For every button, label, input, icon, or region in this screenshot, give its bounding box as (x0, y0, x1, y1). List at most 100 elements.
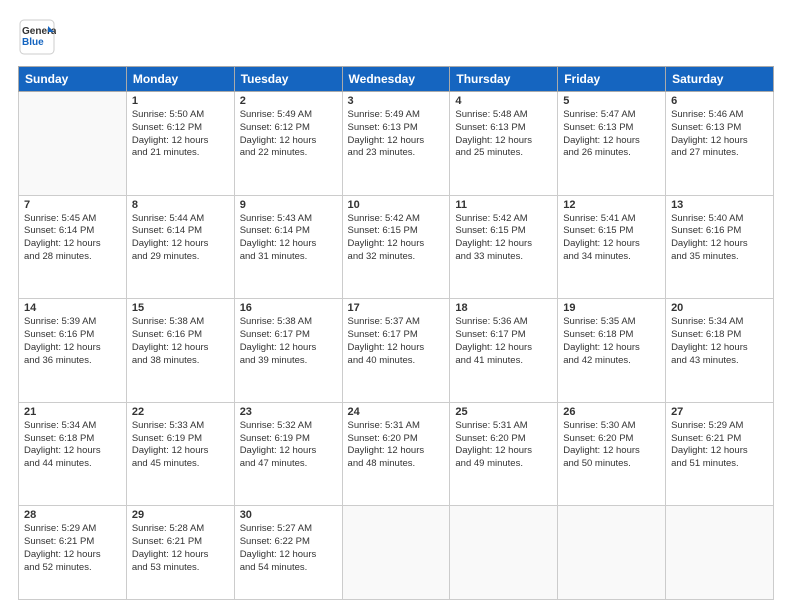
weekday-header-wednesday: Wednesday (342, 67, 450, 92)
day-info: Sunrise: 5:42 AMSunset: 6:15 PMDaylight:… (455, 213, 552, 264)
day-number: 30 (240, 509, 337, 521)
weekday-header-row: SundayMondayTuesdayWednesdayThursdayFrid… (19, 67, 774, 92)
day-number: 28 (24, 509, 121, 521)
calendar-cell: 16 Sunrise: 5:38 AMSunset: 6:17 PMDayligh… (234, 299, 342, 403)
calendar-cell: 5 Sunrise: 5:47 AMSunset: 6:13 PMDaylight… (558, 92, 666, 196)
calendar-cell: 15 Sunrise: 5:38 AMSunset: 6:16 PMDayligh… (126, 299, 234, 403)
weekday-header-friday: Friday (558, 67, 666, 92)
calendar-cell: 8 Sunrise: 5:44 AMSunset: 6:14 PMDaylight… (126, 195, 234, 299)
day-info: Sunrise: 5:49 AMSunset: 6:13 PMDaylight:… (348, 109, 445, 160)
day-number: 25 (455, 406, 552, 418)
day-info: Sunrise: 5:38 AMSunset: 6:17 PMDaylight:… (240, 316, 337, 367)
day-info: Sunrise: 5:48 AMSunset: 6:13 PMDaylight:… (455, 109, 552, 160)
day-info: Sunrise: 5:35 AMSunset: 6:18 PMDaylight:… (563, 316, 660, 367)
calendar-cell: 22Sunrise: 5:33 AMSunset: 6:19 PMDayligh… (126, 402, 234, 506)
day-info: Sunrise: 5:46 AMSunset: 6:13 PMDaylight:… (671, 109, 768, 160)
day-number: 29 (132, 509, 229, 521)
day-info: Sunrise: 5:41 AMSunset: 6:15 PMDaylight:… (563, 213, 660, 264)
day-info: Sunrise: 5:28 AMSunset: 6:21 PMDaylight:… (132, 523, 229, 574)
day-number: 6 (671, 95, 768, 107)
day-number: 12 (563, 199, 660, 211)
weekday-header-monday: Monday (126, 67, 234, 92)
day-info: Sunrise: 5:36 AMSunset: 6:17 PMDaylight:… (455, 316, 552, 367)
day-number: 14 (24, 302, 121, 314)
day-info: Sunrise: 5:45 AMSunset: 6:14 PMDaylight:… (24, 213, 121, 264)
day-info: Sunrise: 5:30 AMSunset: 6:20 PMDaylight:… (563, 420, 660, 471)
day-info: Sunrise: 5:29 AMSunset: 6:21 PMDaylight:… (671, 420, 768, 471)
calendar-cell: 12 Sunrise: 5:41 AMSunset: 6:15 PMDayligh… (558, 195, 666, 299)
day-info: Sunrise: 5:29 AMSunset: 6:21 PMDaylight:… (24, 523, 121, 574)
day-number: 9 (240, 199, 337, 211)
calendar-table: SundayMondayTuesdayWednesdayThursdayFrid… (18, 66, 774, 600)
day-number: 5 (563, 95, 660, 107)
calendar-cell: 20Sunrise: 5:34 AMSunset: 6:18 PMDayligh… (666, 299, 774, 403)
calendar-cell: 13 Sunrise: 5:40 AMSunset: 6:16 PMDayligh… (666, 195, 774, 299)
day-info: Sunrise: 5:44 AMSunset: 6:14 PMDaylight:… (132, 213, 229, 264)
calendar-cell: 18 Sunrise: 5:36 AMSunset: 6:17 PMDayligh… (450, 299, 558, 403)
calendar-cell: 17Sunrise: 5:37 AMSunset: 6:17 PMDayligh… (342, 299, 450, 403)
day-number: 8 (132, 199, 229, 211)
day-info: Sunrise: 5:38 AMSunset: 6:16 PMDaylight:… (132, 316, 229, 367)
calendar-cell: 14 Sunrise: 5:39 AMSunset: 6:16 PMDayligh… (19, 299, 127, 403)
day-info: Sunrise: 5:34 AMSunset: 6:18 PMDaylight:… (24, 420, 121, 471)
day-number: 17 (348, 302, 445, 314)
calendar-cell: 25 Sunrise: 5:31 AMSunset: 6:20 PMDayligh… (450, 402, 558, 506)
svg-text:Blue: Blue (22, 37, 44, 48)
day-info: Sunrise: 5:33 AMSunset: 6:19 PMDaylight:… (132, 420, 229, 471)
day-number: 23 (240, 406, 337, 418)
day-number: 7 (24, 199, 121, 211)
calendar-cell (666, 506, 774, 600)
week-row-0: 1 Sunrise: 5:50 AMSunset: 6:12 PMDaylight… (19, 92, 774, 196)
day-info: Sunrise: 5:47 AMSunset: 6:13 PMDaylight:… (563, 109, 660, 160)
logo: General Blue (18, 18, 56, 56)
day-info: Sunrise: 5:31 AMSunset: 6:20 PMDaylight:… (348, 420, 445, 471)
calendar-cell: 4 Sunrise: 5:48 AMSunset: 6:13 PMDaylight… (450, 92, 558, 196)
calendar-cell: 3 Sunrise: 5:49 AMSunset: 6:13 PMDaylight… (342, 92, 450, 196)
calendar-cell: 7 Sunrise: 5:45 AMSunset: 6:14 PMDaylight… (19, 195, 127, 299)
day-number: 21 (24, 406, 121, 418)
day-info: Sunrise: 5:31 AMSunset: 6:20 PMDaylight:… (455, 420, 552, 471)
calendar-cell: 1 Sunrise: 5:50 AMSunset: 6:12 PMDaylight… (126, 92, 234, 196)
day-number: 16 (240, 302, 337, 314)
day-number: 1 (132, 95, 229, 107)
calendar-cell: 21 Sunrise: 5:34 AMSunset: 6:18 PMDayligh… (19, 402, 127, 506)
weekday-header-sunday: Sunday (19, 67, 127, 92)
weekday-header-tuesday: Tuesday (234, 67, 342, 92)
calendar-cell: 23 Sunrise: 5:32 AMSunset: 6:19 PMDayligh… (234, 402, 342, 506)
weekday-header-saturday: Saturday (666, 67, 774, 92)
day-info: Sunrise: 5:43 AMSunset: 6:14 PMDaylight:… (240, 213, 337, 264)
day-number: 10 (348, 199, 445, 211)
calendar-cell (450, 506, 558, 600)
day-info: Sunrise: 5:32 AMSunset: 6:19 PMDaylight:… (240, 420, 337, 471)
calendar-cell (558, 506, 666, 600)
week-row-1: 7 Sunrise: 5:45 AMSunset: 6:14 PMDaylight… (19, 195, 774, 299)
day-number: 20 (671, 302, 768, 314)
calendar-cell: 19 Sunrise: 5:35 AMSunset: 6:18 PMDayligh… (558, 299, 666, 403)
day-number: 3 (348, 95, 445, 107)
calendar-cell: 26Sunrise: 5:30 AMSunset: 6:20 PMDayligh… (558, 402, 666, 506)
day-number: 2 (240, 95, 337, 107)
calendar-cell: 29 Sunrise: 5:28 AMSunset: 6:21 PMDayligh… (126, 506, 234, 600)
day-info: Sunrise: 5:39 AMSunset: 6:16 PMDaylight:… (24, 316, 121, 367)
calendar-cell (19, 92, 127, 196)
calendar-cell: 30 Sunrise: 5:27 AMSunset: 6:22 PMDayligh… (234, 506, 342, 600)
header: General Blue (18, 18, 774, 56)
calendar-cell: 11Sunrise: 5:42 AMSunset: 6:15 PMDayligh… (450, 195, 558, 299)
calendar-cell: 9 Sunrise: 5:43 AMSunset: 6:14 PMDaylight… (234, 195, 342, 299)
page: General Blue SundayMondayTuesdayWednesda… (0, 0, 792, 612)
day-info: Sunrise: 5:50 AMSunset: 6:12 PMDaylight:… (132, 109, 229, 160)
day-number: 19 (563, 302, 660, 314)
calendar-cell: 2Sunrise: 5:49 AMSunset: 6:12 PMDaylight… (234, 92, 342, 196)
week-row-4: 28 Sunrise: 5:29 AMSunset: 6:21 PMDayligh… (19, 506, 774, 600)
day-number: 27 (671, 406, 768, 418)
calendar-cell (342, 506, 450, 600)
week-row-2: 14 Sunrise: 5:39 AMSunset: 6:16 PMDayligh… (19, 299, 774, 403)
day-info: Sunrise: 5:27 AMSunset: 6:22 PMDaylight:… (240, 523, 337, 574)
day-number: 18 (455, 302, 552, 314)
day-number: 4 (455, 95, 552, 107)
day-info: Sunrise: 5:42 AMSunset: 6:15 PMDaylight:… (348, 213, 445, 264)
logo-icon: General Blue (18, 18, 56, 56)
day-number: 15 (132, 302, 229, 314)
day-number: 13 (671, 199, 768, 211)
day-info: Sunrise: 5:40 AMSunset: 6:16 PMDaylight:… (671, 213, 768, 264)
